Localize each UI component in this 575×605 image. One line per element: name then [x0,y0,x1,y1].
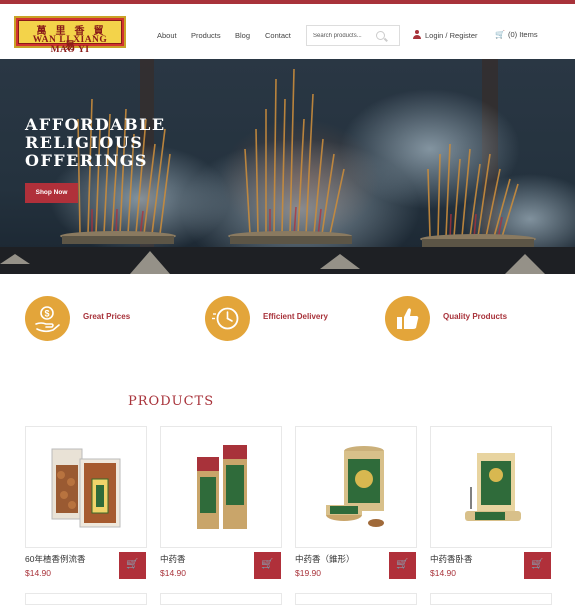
login-link[interactable]: Login / Register [413,30,478,40]
product-price: $14.90 [430,568,456,578]
product-name[interactable]: 60年楂香例流香 [25,553,85,565]
search-box [306,25,400,46]
site-header: 萬里香貿易 WAN LI XIANG MAO YI About Products… [0,4,575,59]
feature-efficient-delivery: Efficient Delivery [205,296,355,341]
nav-products[interactable]: Products [191,31,221,40]
nav-blog[interactable]: Blog [235,31,250,40]
add-to-cart-button[interactable]: 🛒 [389,552,416,579]
cart-icon: 🛒 [126,559,139,570]
cart-icon: 🛒 [495,30,505,39]
hand-dollar-icon: $ [25,296,70,341]
nav-about[interactable]: About [157,31,177,40]
products-heading: PRODUCTS [128,394,215,409]
cart-icon: 🛒 [261,559,274,570]
user-icon [413,30,421,39]
clock-icon [205,296,250,341]
product-image [197,445,247,529]
svg-text:$: $ [44,309,49,319]
product-image [326,446,384,527]
add-to-cart-button[interactable]: 🛒 [524,552,551,579]
product-name[interactable]: 中药香卧香 [430,553,473,565]
cart-count: (0) Items [508,30,538,39]
search-input[interactable] [313,30,377,42]
product-card-partial[interactable] [295,593,417,605]
cart-icon: 🛒 [396,559,409,570]
product-price: $14.90 [25,568,51,578]
product-card-image[interactable] [295,426,417,548]
shop-now-button[interactable]: Shop Now [25,183,78,203]
feature-label: Great Prices [83,312,131,321]
hero-banner: AFFORDABLE RELIGIOUS OFFERINGS Shop Now [0,59,575,274]
feature-label: Efficient Delivery [263,312,328,321]
search-icon[interactable] [376,31,385,40]
product-card-image[interactable] [25,426,147,548]
logo-english-text: WAN LI XIANG MAO YI [32,35,108,55]
login-label: Login / Register [425,31,478,40]
product-image [465,453,521,521]
hero-title: AFFORDABLE RELIGIOUS OFFERINGS [25,115,166,170]
site-logo[interactable]: 萬里香貿易 WAN LI XIANG MAO YI [14,16,126,55]
product-price: $14.90 [160,568,186,578]
feature-great-prices: $ Great Prices [25,296,165,341]
product-card-image[interactable] [160,426,282,548]
product-price: $19.90 [295,568,321,578]
product-name[interactable]: 中药香（錐形） [295,553,355,565]
product-name[interactable]: 中药香 [160,553,186,565]
cart-link[interactable]: 🛒 (0) Items [495,30,538,39]
product-card-partial[interactable] [25,593,147,605]
product-card-partial[interactable] [160,593,282,605]
nav-contact[interactable]: Contact [265,31,291,40]
product-image [51,448,121,528]
cart-icon: 🛒 [531,559,544,570]
add-to-cart-button[interactable]: 🛒 [119,552,146,579]
product-card-image[interactable] [430,426,552,548]
feature-quality-products: Quality Products [385,296,535,341]
thumbs-up-icon [385,296,430,341]
add-to-cart-button[interactable]: 🛒 [254,552,281,579]
product-card-partial[interactable] [430,593,552,605]
feature-label: Quality Products [443,312,508,321]
logo-plate: 萬里香貿易 WAN LI XIANG MAO YI [18,20,122,55]
